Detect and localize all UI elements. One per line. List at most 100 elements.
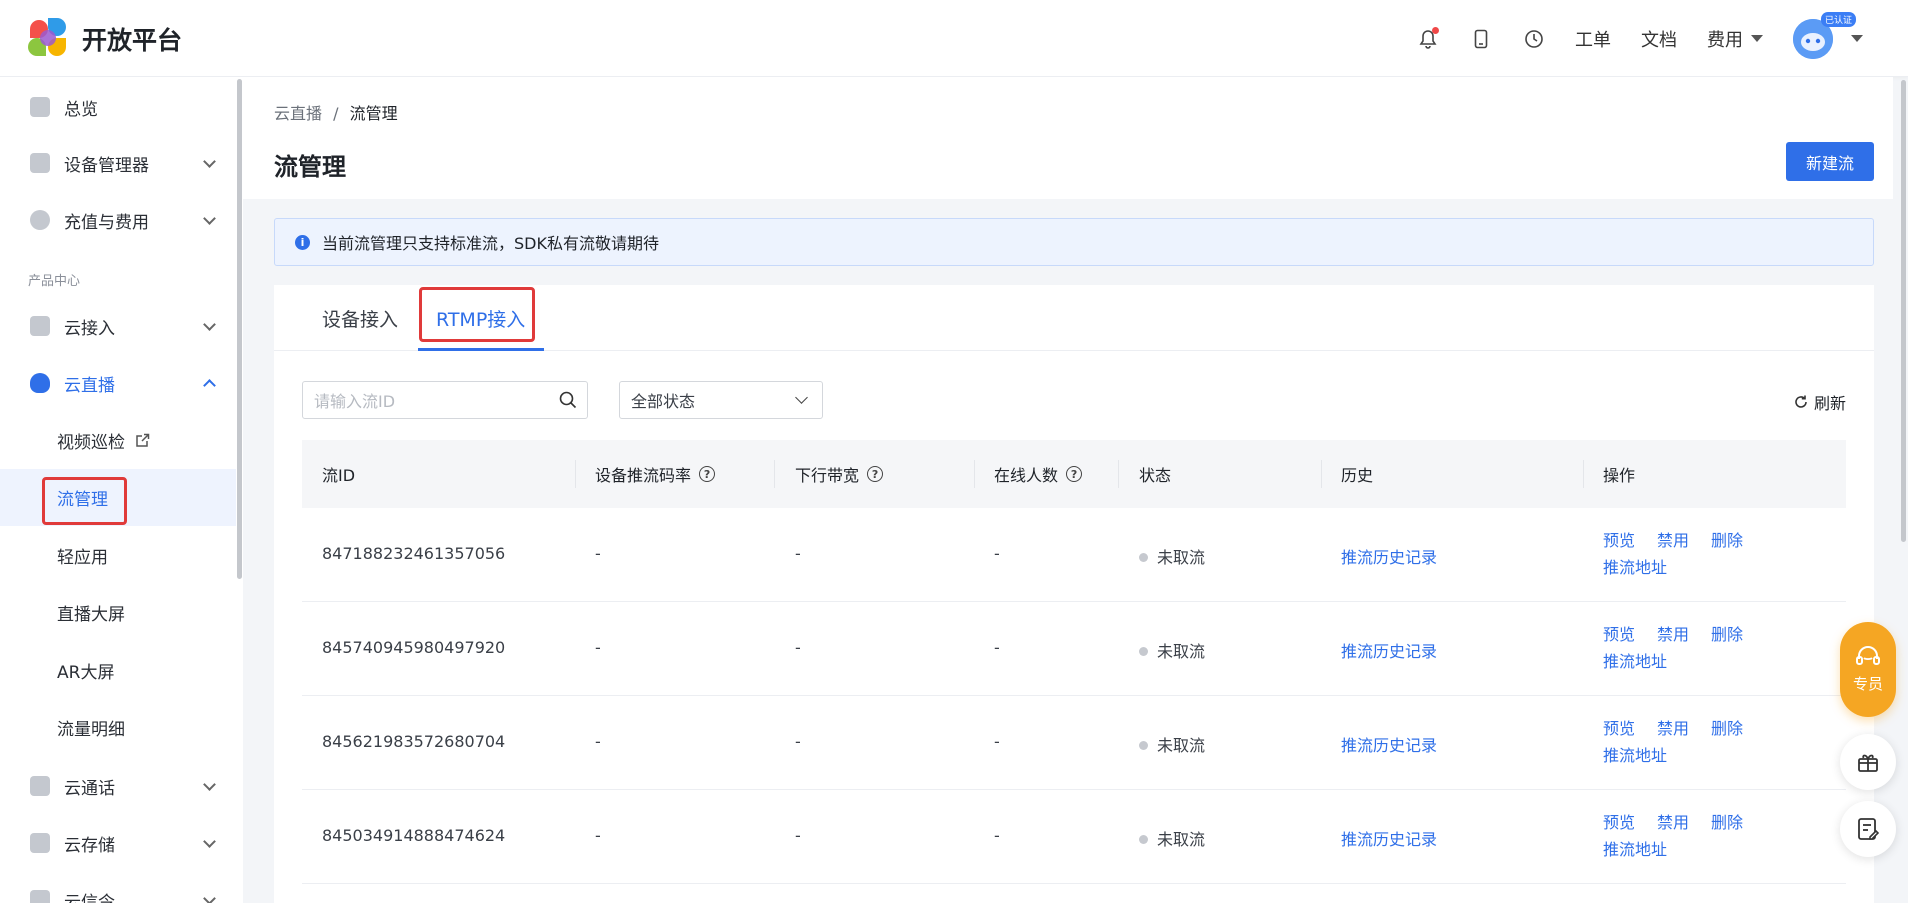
feedback-button[interactable]	[1840, 801, 1896, 857]
sidebar-item-overview[interactable]: 总览	[0, 79, 236, 135]
sidebar-item-cloud-live[interactable]: 云直播	[0, 355, 236, 411]
cell-online: -	[994, 732, 1000, 751]
disable-link[interactable]: 禁用	[1657, 715, 1689, 739]
sidebar-sub-label: 流量明细	[57, 720, 125, 740]
sidebar-item-cloud-call[interactable]: 云通话	[0, 758, 236, 814]
delete-link[interactable]: 删除	[1711, 715, 1743, 739]
server-icon	[30, 153, 50, 173]
col-history: 历史	[1341, 466, 1374, 485]
account-caret-icon[interactable]	[1851, 35, 1863, 42]
push-url-link[interactable]: 推流地址	[1603, 648, 1667, 672]
history-link[interactable]: 推流历史记录	[1341, 638, 1437, 662]
cloud-play-icon	[30, 373, 50, 393]
preview-link[interactable]: 预览	[1603, 715, 1635, 739]
sidebar-sub-ar-screen[interactable]: AR大屏	[0, 642, 236, 699]
gift-button[interactable]	[1840, 734, 1896, 790]
cell-status: 未取流	[1139, 826, 1205, 850]
yen-icon	[30, 210, 50, 230]
cell-stream-id: 845621983572680704	[322, 732, 506, 751]
col-label: 下行带宽	[795, 466, 860, 485]
preview-link[interactable]: 预览	[1603, 621, 1635, 645]
headset-icon	[1856, 646, 1880, 665]
sidebar-sub-live-screen[interactable]: 直播大屏	[0, 584, 236, 641]
push-url-link[interactable]: 推流地址	[1603, 554, 1667, 578]
sidebar-scrollbar[interactable]	[237, 79, 242, 579]
support-button[interactable]: 专员	[1840, 622, 1896, 717]
history-link[interactable]: 推流历史记录	[1341, 732, 1437, 756]
sidebar-sub-label: 直播大屏	[57, 605, 125, 625]
help-icon[interactable]: ?	[699, 466, 716, 482]
logo-text: 开放平台	[82, 26, 183, 55]
sidebar-item-label: 充值与费用	[64, 212, 149, 233]
docs-link[interactable]: 文档	[1641, 26, 1677, 52]
page-scrollbar[interactable]	[1901, 80, 1906, 542]
disable-link[interactable]: 禁用	[1657, 809, 1689, 833]
sidebar-item-device-manager[interactable]: 设备管理器	[0, 135, 236, 191]
logo[interactable]: 开放平台	[28, 18, 182, 60]
main-content: 云直播 / 流管理 流管理 新建流 i 当前流管理只支持标准流，SDK私有流敬请…	[243, 77, 1893, 903]
info-icon: i	[295, 234, 310, 250]
new-stream-button[interactable]: 新建流	[1786, 142, 1874, 181]
refresh-button[interactable]: 刷新	[1793, 390, 1846, 414]
tab-device-access[interactable]: 设备接入	[322, 305, 398, 332]
push-url-link[interactable]: 推流地址	[1603, 742, 1667, 766]
preview-link[interactable]: 预览	[1603, 809, 1635, 833]
home-icon	[30, 97, 50, 117]
sidebar-item-cloud-msg[interactable]: 云信令	[0, 872, 236, 903]
disable-link[interactable]: 禁用	[1657, 621, 1689, 645]
help-icon[interactable]: ?	[867, 466, 884, 482]
sidebar-sub-traffic-detail[interactable]: 流量明细	[0, 699, 236, 756]
status-label: 未取流	[1157, 830, 1206, 849]
chevron-down-icon	[203, 778, 216, 791]
chevron-up-icon	[203, 379, 216, 392]
delete-link[interactable]: 删除	[1711, 809, 1743, 833]
breadcrumb: 云直播 / 流管理	[274, 100, 398, 124]
phone-call-icon	[30, 776, 50, 796]
status-select[interactable]: 全部状态	[619, 381, 823, 419]
cell-bandwidth: -	[795, 732, 801, 751]
workorder-link[interactable]: 工单	[1575, 26, 1611, 52]
chevron-down-icon	[203, 835, 216, 848]
history-link[interactable]: 推流历史记录	[1341, 826, 1437, 850]
fees-menu[interactable]: 费用	[1707, 26, 1763, 52]
sidebar-item-cloud-access[interactable]: 云接入	[0, 298, 236, 354]
disable-link[interactable]: 禁用	[1657, 527, 1689, 551]
sidebar-item-label: 云接入	[64, 318, 115, 339]
chevron-down-icon	[203, 212, 216, 225]
search-input[interactable]: 请输入流ID	[302, 381, 588, 419]
cell-stream-id: 847188232461357056	[322, 544, 506, 563]
tab-bar: 设备接入 RTMP接入	[274, 285, 1874, 351]
phone-icon[interactable]	[1469, 27, 1493, 51]
col-label: 在线人数	[994, 466, 1059, 485]
logo-mark	[28, 18, 70, 60]
sidebar-sub-label: AR大屏	[57, 663, 115, 683]
col-status: 状态	[1139, 466, 1172, 485]
search-icon[interactable]	[559, 391, 577, 409]
support-label: 专员	[1852, 675, 1883, 693]
clock-icon[interactable]	[1522, 27, 1546, 51]
breadcrumb-parent[interactable]: 云直播	[274, 104, 322, 123]
push-url-link[interactable]: 推流地址	[1603, 836, 1667, 860]
delete-link[interactable]: 删除	[1711, 621, 1743, 645]
avatar[interactable]: 已认证	[1793, 11, 1857, 59]
status-label: 未取流	[1157, 642, 1206, 661]
history-link[interactable]: 推流历史记录	[1341, 544, 1437, 568]
sidebar-item-label: 云通话	[64, 778, 115, 799]
sidebar-item-label: 设备管理器	[64, 155, 149, 176]
search-placeholder: 请输入流ID	[314, 392, 396, 411]
sidebar-item-cloud-storage[interactable]: 云存储	[0, 815, 236, 871]
bell-icon[interactable]	[1416, 26, 1440, 51]
delete-link[interactable]: 删除	[1711, 527, 1743, 551]
preview-link[interactable]: 预览	[1603, 527, 1635, 551]
sidebar-sub-light-app[interactable]: 轻应用	[0, 527, 236, 584]
status-select-value: 全部状态	[631, 392, 696, 411]
cell-bitrate: -	[595, 732, 601, 751]
table-row: 845740945980497920 - - - 未取流 推流历史记录 预览 禁…	[302, 602, 1846, 696]
page-title: 流管理	[274, 153, 346, 181]
sidebar-section-title: 产品中心	[28, 274, 81, 289]
highlight-box	[42, 477, 127, 525]
sidebar-item-recharge[interactable]: 充值与费用	[0, 192, 236, 248]
help-icon[interactable]: ?	[1066, 466, 1083, 482]
cell-bandwidth: -	[795, 638, 801, 657]
sidebar-sub-video-patrol[interactable]: 视频巡检	[0, 412, 236, 469]
